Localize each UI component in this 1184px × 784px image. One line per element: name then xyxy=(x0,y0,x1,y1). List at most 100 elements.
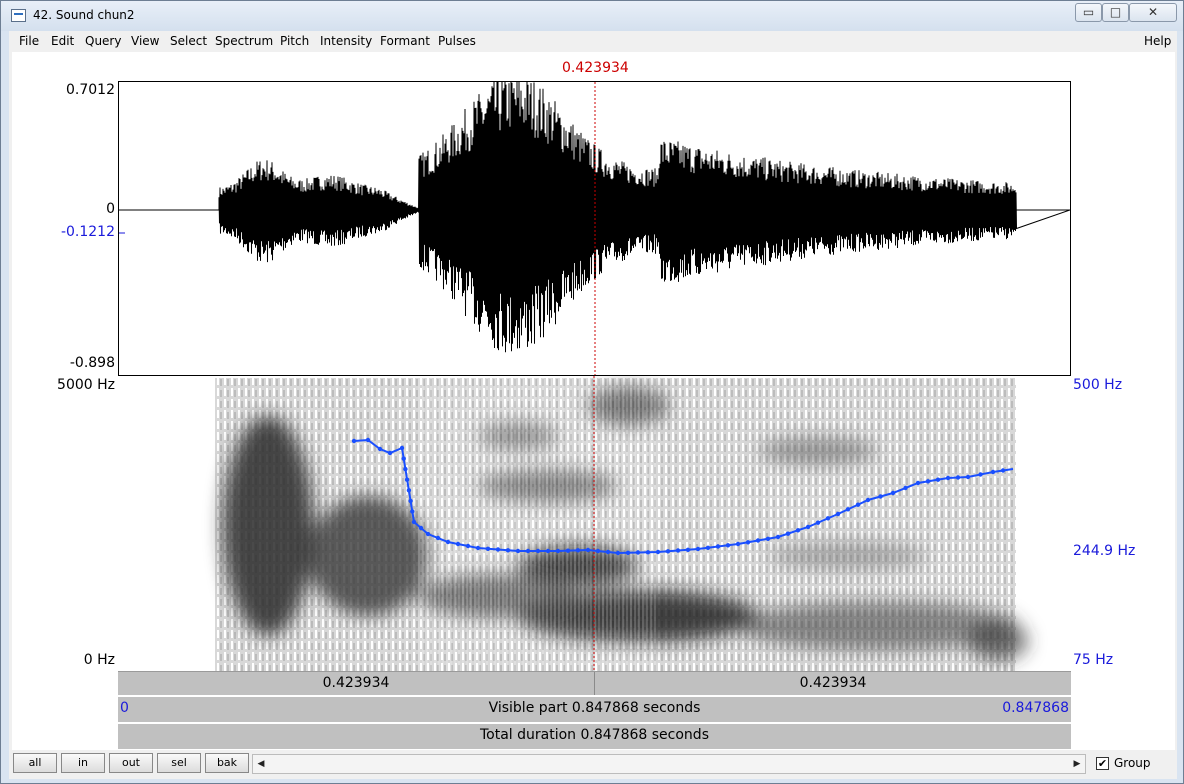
visible-end-label: 0.847868 xyxy=(1002,700,1069,716)
pitch-point xyxy=(404,477,410,482)
pitch-point xyxy=(755,538,761,543)
pitch-point xyxy=(525,548,531,554)
total-duration-label: Total duration 0.847868 seconds xyxy=(480,727,709,743)
pitch-min-label: 75 Hz xyxy=(1073,652,1114,668)
pitch-point xyxy=(903,485,908,491)
close-button[interactable]: ✕ xyxy=(1129,3,1177,22)
spectrogram-max-freq-label: 5000 Hz xyxy=(57,377,115,393)
pitch-point xyxy=(785,531,791,536)
pitch-point xyxy=(475,545,481,551)
selection-bar[interactable]: 0.423934 0.423934 xyxy=(118,671,1071,695)
zoom-in-button[interactable]: in xyxy=(61,753,105,773)
pitch-point xyxy=(387,450,393,456)
pitch-point xyxy=(765,536,771,541)
menu-view[interactable]: View xyxy=(131,34,159,48)
cursor-time-label: 0.423934 xyxy=(562,60,629,76)
menu-formant[interactable]: Formant xyxy=(380,34,430,48)
horizontal-scrollbar[interactable]: ◀ ▶ xyxy=(252,754,1086,774)
menu-query[interactable]: Query xyxy=(85,34,121,48)
pitch-point xyxy=(435,535,441,541)
scroll-right-icon[interactable]: ▶ xyxy=(1070,756,1084,772)
pitch-point xyxy=(675,548,681,553)
menu-edit[interactable]: Edit xyxy=(51,34,74,48)
pitch-point xyxy=(535,548,541,554)
pitch-point xyxy=(425,531,431,537)
waveform-cursor-value-label: -0.1212 xyxy=(60,224,115,240)
pitch-point xyxy=(485,546,491,551)
pitch-point xyxy=(465,543,471,549)
pitch-point xyxy=(575,548,581,553)
pitch-point xyxy=(835,511,841,517)
pitch-point xyxy=(555,548,561,554)
zoom-back-button[interactable]: bak xyxy=(205,753,249,773)
menu-pulses[interactable]: Pulses xyxy=(438,34,476,48)
zoom-selection-button[interactable]: sel xyxy=(157,753,201,773)
menu-help[interactable]: Help xyxy=(1144,34,1171,48)
pitch-point xyxy=(403,466,408,472)
pitch-point xyxy=(855,502,861,507)
pitch-point xyxy=(890,490,896,496)
pitch-point xyxy=(825,516,831,521)
total-duration-bar[interactable]: Total duration 0.847868 seconds xyxy=(118,724,1071,749)
menu-spectrum[interactable]: Spectrum xyxy=(215,34,273,48)
visible-part-bar[interactable]: 0 Visible part 0.847868 seconds 0.847868 xyxy=(118,697,1071,722)
scroll-left-icon[interactable]: ◀ xyxy=(254,756,268,772)
pitch-point xyxy=(418,525,424,531)
zoom-all-button[interactable]: all xyxy=(13,753,57,773)
group-checkbox[interactable]: ✔ xyxy=(1096,757,1109,770)
pitch-point xyxy=(408,498,413,504)
pitch-point xyxy=(635,550,641,555)
visible-part-label: Visible part 0.847868 seconds xyxy=(488,700,701,716)
title-bar[interactable]: 42. Sound chun2 ▭ □ ✕ xyxy=(1,1,1183,31)
pitch-point xyxy=(795,528,801,533)
menu-intensity[interactable]: Intensity xyxy=(320,34,372,48)
spectrogram-min-freq-label: 0 Hz xyxy=(83,652,115,668)
waveform-zero-label: 0 xyxy=(106,201,115,217)
pitch-point xyxy=(411,519,417,525)
pitch-point xyxy=(399,445,405,451)
pitch-point xyxy=(865,497,871,503)
sound-editor-canvas[interactable]: 0.423934 0.7012 0 -0.1212 -0.898 5000 Hz… xyxy=(12,52,1175,750)
pitch-point xyxy=(990,469,996,475)
pitch-point xyxy=(585,547,591,553)
menu-file[interactable]: File xyxy=(19,34,39,48)
pitch-point xyxy=(406,488,412,493)
pitch-point xyxy=(365,437,371,443)
pitch-point xyxy=(955,475,961,480)
pitch-point xyxy=(745,540,751,545)
pitch-point xyxy=(978,472,983,477)
waveform-panel[interactable] xyxy=(118,74,1071,376)
pitch-point xyxy=(615,550,621,556)
maximize-button[interactable]: □ xyxy=(1102,3,1129,22)
menu-pitch[interactable]: Pitch xyxy=(280,34,309,48)
pitch-point xyxy=(455,541,461,547)
minimize-button[interactable]: ▭ xyxy=(1075,3,1102,22)
waveform-min-label: -0.898 xyxy=(69,355,115,371)
pitch-point xyxy=(655,549,661,555)
pitch-point xyxy=(685,547,691,552)
praat-sound-window: 42. Sound chun2 ▭ □ ✕ File Edit Query Vi… xyxy=(0,0,1184,784)
pitch-point xyxy=(775,534,781,540)
waveform-max-label: 0.7012 xyxy=(66,82,115,98)
zoom-out-button[interactable]: out xyxy=(109,753,153,773)
pitch-point xyxy=(410,509,415,514)
group-label: Group xyxy=(1114,756,1151,770)
pitch-point xyxy=(505,548,511,553)
pitch-point xyxy=(625,550,631,555)
pitch-point xyxy=(915,480,921,486)
pitch-point xyxy=(935,477,941,482)
client-area: File Edit Query View Select Spectrum Pit… xyxy=(9,31,1177,779)
spectrogram-svg xyxy=(215,376,1028,671)
pitch-point xyxy=(715,544,721,549)
pitch-point xyxy=(605,549,611,555)
spectrogram-panel[interactable] xyxy=(118,376,1071,671)
selection-left-segment[interactable]: 0.423934 xyxy=(118,672,594,695)
spectrogram-striations xyxy=(418,378,658,671)
pitch-point xyxy=(495,547,501,552)
pitch-point xyxy=(565,548,571,553)
pitch-point xyxy=(515,548,521,554)
selection-right-segment[interactable]: 0.423934 xyxy=(595,672,1071,695)
pitch-point xyxy=(401,456,406,461)
menu-select[interactable]: Select xyxy=(170,34,207,48)
pitch-point xyxy=(945,475,951,481)
